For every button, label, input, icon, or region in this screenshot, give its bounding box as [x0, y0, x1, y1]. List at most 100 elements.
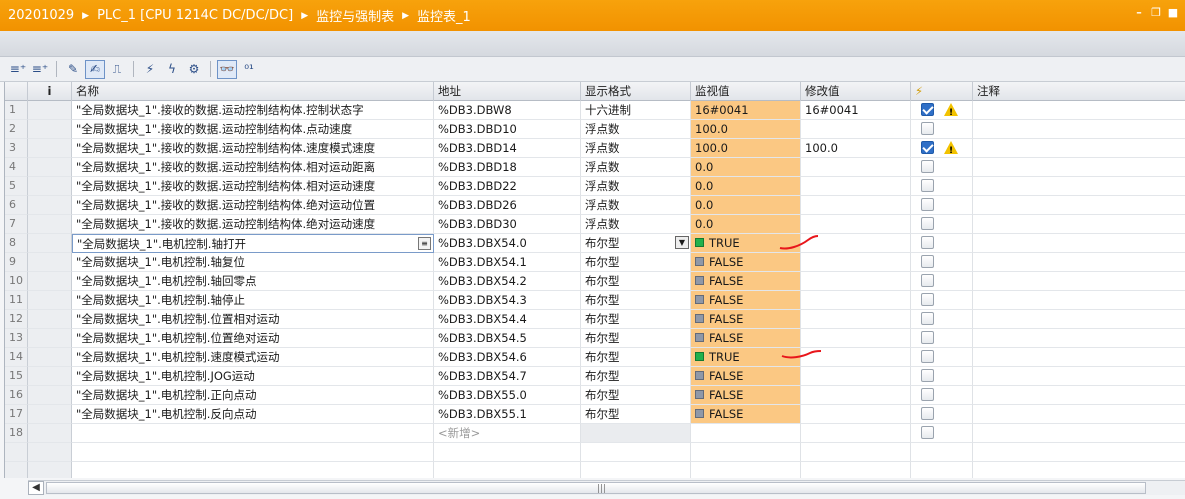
- name-cell[interactable]: "全局数据块_1".接收的数据.运动控制结构体.相对运动距离: [72, 158, 434, 177]
- modify-checkbox[interactable]: [921, 331, 934, 344]
- comment-cell[interactable]: [973, 462, 1185, 478]
- format-cell[interactable]: [581, 443, 691, 462]
- modify-value-cell[interactable]: [801, 158, 911, 177]
- modify-checkbox[interactable]: [921, 426, 934, 439]
- address-cell[interactable]: %DB3.DBX55.1: [434, 405, 581, 424]
- modify-value-cell[interactable]: [801, 462, 911, 478]
- monitor-value-cell[interactable]: [691, 462, 801, 478]
- modify-value-cell[interactable]: [801, 177, 911, 196]
- address-cell[interactable]: %DB3.DBD30: [434, 215, 581, 234]
- modify-checkbox-cell[interactable]: [911, 405, 973, 424]
- table-row[interactable]: 7 "全局数据块_1".接收的数据.运动控制结构体.绝对运动速度 %DB3.DBD3…: [5, 215, 1185, 234]
- add-row-icon[interactable]: ≡⁺: [30, 60, 50, 79]
- comment-cell[interactable]: [973, 329, 1185, 348]
- name-cell[interactable]: [72, 443, 434, 462]
- modify-checkbox[interactable]: [921, 255, 934, 268]
- breadcrumb-plc[interactable]: PLC_1 [CPU 1214C DC/DC/DC]: [97, 8, 293, 23]
- show-trigger-icon[interactable]: ⁰¹: [239, 60, 259, 79]
- monitor-value-cell[interactable]: 16#0041: [691, 101, 801, 120]
- address-cell[interactable]: %DB3.DBX54.1: [434, 253, 581, 272]
- comment-cell[interactable]: [973, 196, 1185, 215]
- format-cell[interactable]: 布尔型 ▼: [581, 234, 691, 253]
- name-cell[interactable]: "全局数据块_1".接收的数据.运动控制结构体.速度模式速度: [72, 139, 434, 158]
- modify-checkbox[interactable]: [921, 217, 934, 230]
- monitor-value-cell[interactable]: 0.0: [691, 196, 801, 215]
- table-row[interactable]: [5, 462, 1185, 478]
- comment-cell[interactable]: [973, 367, 1185, 386]
- modify-checkbox[interactable]: [921, 236, 934, 249]
- modify-value-cell[interactable]: [801, 234, 911, 253]
- name-cell[interactable]: "全局数据块_1".电机控制.轴回零点: [72, 272, 434, 291]
- modify-checkbox[interactable]: [921, 122, 934, 135]
- modify-now-icon[interactable]: ⚡: [140, 60, 160, 79]
- header-address[interactable]: 地址: [434, 82, 581, 101]
- address-cell[interactable]: %DB3.DBW8: [434, 101, 581, 120]
- name-cell[interactable]: "全局数据块_1".电机控制.速度模式运动: [72, 348, 434, 367]
- modify-checkbox-cell[interactable]: [911, 443, 973, 462]
- address-cell[interactable]: %DB3.DBD14: [434, 139, 581, 158]
- format-cell[interactable]: 布尔型: [581, 291, 691, 310]
- modify-checkbox[interactable]: [921, 160, 934, 173]
- modify-checkbox[interactable]: [921, 103, 934, 116]
- modify-checkbox-cell[interactable]: [911, 234, 973, 253]
- modify-checkbox-cell[interactable]: [911, 367, 973, 386]
- name-cell[interactable]: "全局数据块_1".接收的数据.运动控制结构体.绝对运动速度: [72, 215, 434, 234]
- comment-cell[interactable]: [973, 253, 1185, 272]
- horizontal-scrollbar[interactable]: ◀ |||: [28, 480, 1185, 495]
- table-row[interactable]: 18 <新增>: [5, 424, 1185, 443]
- table-row[interactable]: 15 "全局数据块_1".电机控制.JOG运动 %DB3.DBX54.7 布尔型 FAL…: [5, 367, 1185, 386]
- monitor-value-cell[interactable]: TRUE: [691, 348, 801, 367]
- name-cell[interactable]: "全局数据块_1".接收的数据.运动控制结构体.点动速度: [72, 120, 434, 139]
- table-row[interactable]: 2 "全局数据块_1".接收的数据.运动控制结构体.点动速度 %DB3.DBD10 浮…: [5, 120, 1185, 139]
- modify-value-cell[interactable]: [801, 405, 911, 424]
- address-cell[interactable]: <新增>: [434, 424, 581, 443]
- table-row[interactable]: 8 "全局数据块_1".电机控制.轴打开 ≡ %DB3.DBX54.0 布尔型 ▼ TRUE: [5, 234, 1185, 253]
- monitor-value-cell[interactable]: 0.0: [691, 158, 801, 177]
- comment-cell[interactable]: [973, 177, 1185, 196]
- modify-checkbox-cell[interactable]: [911, 120, 973, 139]
- chevron-down-icon[interactable]: ▼: [675, 236, 689, 249]
- modify-value-cell[interactable]: [801, 215, 911, 234]
- enable-peripheral-outputs-icon[interactable]: ⚙: [184, 60, 204, 79]
- modify-value-cell[interactable]: 100.0: [801, 139, 911, 158]
- header-display-format[interactable]: 显示格式: [581, 82, 691, 101]
- modify-checkbox-cell[interactable]: [911, 158, 973, 177]
- name-cell[interactable]: [72, 462, 434, 478]
- table-row[interactable]: 11 "全局数据块_1".电机控制.轴停止 %DB3.DBX54.3 布尔型 FALSE: [5, 291, 1185, 310]
- modify-value-cell[interactable]: [801, 443, 911, 462]
- comment-cell[interactable]: [973, 234, 1185, 253]
- modify-value-cell[interactable]: [801, 329, 911, 348]
- modify-checkbox-cell[interactable]: [911, 139, 973, 158]
- monitor-value-cell[interactable]: FALSE: [691, 329, 801, 348]
- comment-cell[interactable]: [973, 386, 1185, 405]
- monitor-value-cell[interactable]: TRUE: [691, 234, 801, 253]
- comment-cell[interactable]: [973, 158, 1185, 177]
- comment-cell[interactable]: [973, 139, 1185, 158]
- scrollbar-thumb[interactable]: |||: [46, 482, 1146, 494]
- modify-checkbox[interactable]: [921, 312, 934, 325]
- modify-checkbox[interactable]: [921, 388, 934, 401]
- monitor-all-icon[interactable]: 👓: [217, 59, 237, 79]
- header-modify-trigger[interactable]: ⚡: [911, 82, 973, 101]
- comment-cell[interactable]: [973, 101, 1185, 120]
- format-cell[interactable]: 浮点数: [581, 196, 691, 215]
- format-cell[interactable]: 浮点数: [581, 139, 691, 158]
- monitor-value-cell[interactable]: [691, 443, 801, 462]
- name-cell[interactable]: "全局数据块_1".电机控制.轴打开 ≡: [72, 234, 434, 253]
- table-row[interactable]: 3 "全局数据块_1".接收的数据.运动控制结构体.速度模式速度 %DB3.DBD1…: [5, 139, 1185, 158]
- table-row[interactable]: 10 "全局数据块_1".电机控制.轴回零点 %DB3.DBX54.2 布尔型 FALS…: [5, 272, 1185, 291]
- modify-once-icon[interactable]: ϟ: [162, 60, 182, 79]
- address-cell[interactable]: %DB3.DBX54.7: [434, 367, 581, 386]
- address-cell[interactable]: %DB3.DBX54.3: [434, 291, 581, 310]
- insert-row-icon[interactable]: ≡⁺: [8, 60, 28, 79]
- modify-checkbox[interactable]: [921, 198, 934, 211]
- address-cell[interactable]: %DB3.DBX54.6: [434, 348, 581, 367]
- monitor-value-cell[interactable]: FALSE: [691, 253, 801, 272]
- modify-checkbox-cell[interactable]: [911, 253, 973, 272]
- format-cell[interactable]: 浮点数: [581, 177, 691, 196]
- restore-icon[interactable]: ❐: [1150, 7, 1162, 19]
- address-cell[interactable]: %DB3.DBX54.5: [434, 329, 581, 348]
- table-row[interactable]: 13 "全局数据块_1".电机控制.位置绝对运动 %DB3.DBX54.5 布尔型 FA…: [5, 329, 1185, 348]
- monitor-value-cell[interactable]: FALSE: [691, 272, 801, 291]
- table-row[interactable]: 5 "全局数据块_1".接收的数据.运动控制结构体.相对运动速度 %DB3.DBD2…: [5, 177, 1185, 196]
